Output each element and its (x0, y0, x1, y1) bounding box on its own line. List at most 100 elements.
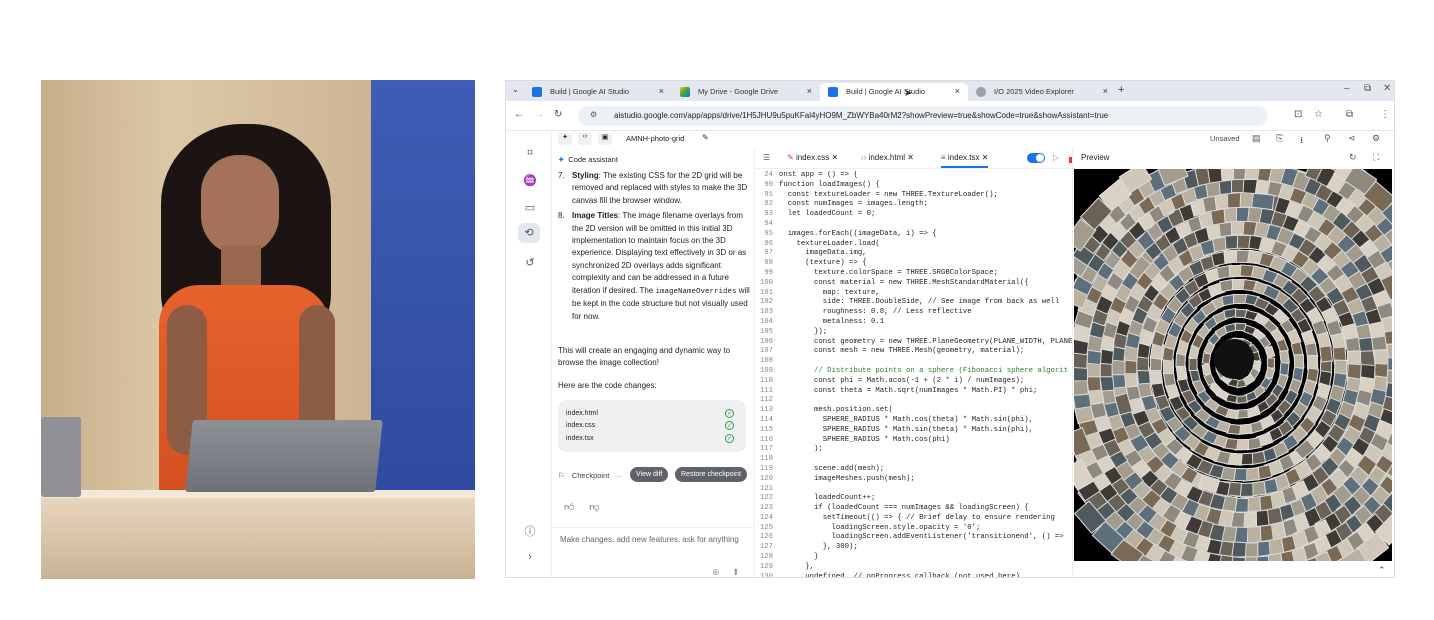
tab-index-tsx[interactable]: ≡ index.tsx ✕ (941, 153, 989, 168)
list-item: 8. Image Titles: The image filename over… (558, 210, 750, 323)
close-window-button[interactable]: ✕ (1383, 83, 1391, 94)
check-icon: ✓ (725, 421, 734, 431)
line-number: 113 (759, 406, 773, 415)
new-chat-icon[interactable]: ⌗ (522, 147, 538, 160)
changed-file[interactable]: index.tsx ✓ (566, 433, 738, 445)
code-text: texture.colorSpace = THREE.SRGBColorSpac… (779, 268, 998, 277)
laptop (185, 420, 383, 492)
collapse-chevron-icon[interactable]: ⌃ (1378, 565, 1386, 576)
sparkle-icon[interactable]: ✦ (558, 133, 572, 145)
extensions-icon[interactable]: ⧉ (1346, 109, 1353, 120)
share-icon[interactable]: ⋖ (1348, 133, 1356, 144)
code-text: if (loadedCount === numImages && loading… (779, 504, 1029, 513)
chat-input[interactable]: Make changes, add new features, ask for … (552, 527, 754, 577)
line-number: 121 (759, 484, 773, 493)
layout-icon[interactable]: ▣ (598, 133, 612, 145)
view-diff-button[interactable]: View diff (630, 467, 669, 482)
install-icon[interactable]: ⊡ (1294, 109, 1302, 120)
history-icon[interactable]: ↺ (522, 256, 538, 269)
back-icon[interactable]: ← (514, 109, 524, 120)
forward-icon[interactable]: → (534, 109, 544, 120)
code-content[interactable]: 24 onst app = () => {90 function loadImage… (755, 171, 1073, 578)
code-text: loadingScreen.style.opacity = '0'; (779, 523, 981, 532)
chat-icon[interactable]: ▭ (522, 201, 538, 214)
code-line: 24 onst app = () => { (755, 171, 1073, 181)
line-number: 92 (764, 200, 773, 209)
tab-index-html[interactable]: ‹› index.html ✕ (861, 153, 914, 162)
expand-chevron-icon[interactable]: › (522, 551, 538, 563)
changed-file[interactable]: index.html ✓ (566, 408, 738, 420)
drive-save-icon[interactable]: ⎘ (1276, 133, 1283, 144)
tab-label: I/O 2025 Video Explorer (994, 87, 1074, 96)
file-tree-icon[interactable]: ☰ (763, 153, 770, 162)
left-rail: ⌗ ♒ ▭ ⟲ ↺ ⓘ › (506, 131, 552, 577)
code-text: const geometry = new THREE.PlaneGeometry… (779, 337, 1073, 346)
tab-ai-studio-1[interactable]: Build | Google AI Studio × (524, 83, 672, 101)
refresh-icon[interactable]: ↻ (1349, 152, 1357, 163)
checkpoint-label: Checkpoint (571, 471, 610, 480)
code-text: const material = new THREE.MeshStandardM… (779, 278, 1029, 287)
run-icon[interactable]: ▷ (1053, 153, 1059, 162)
line-number: 106 (759, 337, 773, 346)
add-icon[interactable]: ⊕ (712, 566, 720, 577)
code-line: 121 (755, 485, 1073, 495)
close-icon[interactable]: × (659, 86, 664, 96)
code-icon[interactable]: ‹› (578, 133, 592, 145)
thumbs-up-icon[interactable]: 👍︎ (564, 502, 574, 513)
code-text: }); (779, 327, 828, 336)
close-icon[interactable]: ✕ (907, 153, 914, 162)
edit-pencil-icon[interactable]: ✎ (702, 133, 709, 142)
thumbs-down-icon[interactable]: 👎︎ (589, 502, 599, 513)
stream-icon[interactable]: ♒ (522, 174, 538, 187)
close-icon[interactable]: ✕ (982, 153, 989, 162)
url-field[interactable]: ⚙ aistudio.google.com/app/apps/drive/1H5… (578, 106, 1268, 126)
preview-toggle[interactable] (1027, 153, 1045, 163)
line-number: 109 (759, 366, 773, 375)
save-icon[interactable]: ▤ (1252, 133, 1261, 144)
new-tab-button[interactable]: + (1118, 84, 1124, 96)
line-number: 130 (759, 572, 773, 578)
code-line: 96 textureLoader.load( (755, 240, 1073, 250)
info-icon[interactable]: ⓘ (522, 523, 538, 539)
bookmark-star-icon[interactable]: ☆ (1314, 109, 1323, 120)
preview-3d-canvas[interactable] (1074, 169, 1392, 561)
code-line: 90 function loadImages() { (755, 181, 1073, 191)
close-icon[interactable]: × (955, 86, 960, 96)
restore-button[interactable]: ⧉ (1364, 83, 1371, 94)
tab-google-drive[interactable]: My Drive - Google Drive × (672, 83, 820, 101)
tab-video-explorer[interactable]: I/O 2025 Video Explorer × (968, 83, 1116, 101)
build-icon[interactable]: ⟲ (518, 223, 540, 243)
code-line: 129 }, (755, 563, 1073, 573)
settings-icon[interactable]: ⚙ (1372, 133, 1380, 144)
code-text: }, (779, 562, 815, 571)
deploy-rocket-icon[interactable]: ⚲ (1324, 133, 1331, 144)
code-text: SPHERE_RADIUS * Math.sin(theta) * Math.s… (779, 425, 1033, 434)
menu-kebab-icon[interactable]: ⋮ (1380, 109, 1390, 120)
ai-studio-icon (532, 87, 542, 97)
site-info-icon[interactable]: ⚙ (590, 110, 597, 119)
tab-label: Build | Google AI Studio (846, 87, 926, 96)
tab-search-icon[interactable]: ⌄ (512, 85, 519, 94)
laptop-left (41, 417, 81, 497)
line-number: 97 (764, 249, 773, 258)
line-number: 103 (759, 308, 773, 317)
reload-icon[interactable]: ↻ (554, 109, 562, 120)
changed-file[interactable]: index.css ✓ (566, 420, 738, 432)
tab-index-css[interactable]: ✎ index.css ✕ (787, 153, 838, 162)
send-icon[interactable]: ⬆ (732, 566, 740, 577)
fullscreen-icon[interactable]: ⛶ (1373, 152, 1379, 163)
line-number: 90 (764, 180, 773, 189)
list-item: 7. Styling: The existing CSS for the 2D … (558, 170, 750, 207)
blue-backdrop (371, 80, 475, 510)
restore-checkpoint-button[interactable]: Restore checkpoint (675, 467, 747, 482)
code-line: 118 (755, 455, 1073, 465)
close-icon[interactable]: × (1103, 86, 1108, 96)
tab-label: index.tsx (947, 153, 980, 162)
close-icon[interactable]: × (807, 86, 812, 96)
minimize-button[interactable]: – (1344, 83, 1350, 94)
tab-ai-studio-active[interactable]: Build | Google AI Studio × (820, 83, 968, 101)
code-text: let loadedCount = 0; (779, 210, 876, 219)
code-line: 104 metalness: 0.1 (755, 318, 1073, 328)
close-icon[interactable]: ✕ (832, 153, 839, 162)
changed-files-box[interactable]: index.html ✓ index.css ✓ index.tsx ✓ (558, 400, 746, 452)
